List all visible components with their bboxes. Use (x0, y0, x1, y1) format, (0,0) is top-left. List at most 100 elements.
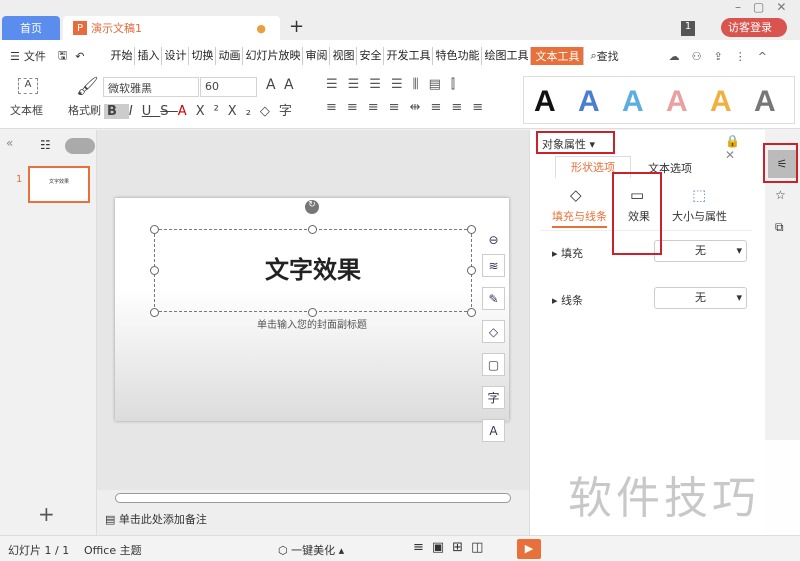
undo-icon[interactable]: ↶ (75, 50, 84, 63)
file-menu[interactable]: 文件 (24, 48, 46, 64)
subtab-size-properties[interactable]: 大小与属性 (672, 208, 727, 224)
rotate-handle[interactable]: ↻ (305, 200, 319, 214)
panel-lock-close-icons[interactable]: 🔒✕ (725, 134, 765, 162)
notes-icon: ▤ (105, 513, 119, 526)
floating-tool-button[interactable]: ⊖ (482, 228, 505, 251)
subtab-fill-line[interactable]: 填充与线条 (552, 208, 607, 228)
slide[interactable]: 文字效果 单击输入您的封面副标题 ↻ (115, 198, 509, 421)
floating-tool-button[interactable]: ✎ (482, 287, 505, 310)
text-style-preset[interactable]: A (754, 85, 776, 119)
menu-bar: ☰ 文件 🖫 ↶ 开始 插入 设计 切换 动画 幻灯片放映 审阅 视图 安全 开发工具 特色功能 绘图工… (0, 40, 800, 72)
view-buttons[interactable]: ≡▣⊞◫ (413, 540, 491, 555)
resize-handle[interactable] (150, 308, 159, 317)
fill-dropdown[interactable]: 无 ▾ (654, 240, 747, 262)
resize-handle[interactable] (467, 266, 476, 275)
textbox-icon[interactable]: A (18, 78, 38, 94)
outline-view-icon[interactable]: ☷ (40, 138, 51, 152)
menu-tab[interactable]: 切换 (189, 47, 217, 65)
notes-area[interactable]: ▤ 单击此处添加备注 (97, 506, 529, 535)
new-tab-button[interactable]: + (289, 16, 304, 37)
tab-home[interactable]: 首页 (2, 16, 60, 40)
font-family-select[interactable]: 微软雅黑 (103, 77, 199, 97)
tab-document[interactable]: P 演示文稿1 ● (63, 16, 280, 40)
text-format-buttons[interactable]: B IUSAX²X₂◇字 (104, 100, 301, 119)
text-style-preset[interactable]: A (578, 85, 600, 119)
format-painter-icon[interactable]: 🖌 (76, 76, 99, 97)
menu-tab[interactable]: 视图 (330, 47, 358, 65)
beautify-button[interactable]: ⬡ 一键美化 ▴ (278, 542, 344, 558)
highlight-object-properties (536, 131, 615, 154)
line-section-toggle[interactable]: ▸ 线条 (552, 292, 583, 308)
unsaved-dot-icon: ● (256, 21, 266, 35)
paragraph-buttons-row1[interactable]: ☰☰☰☰⫼▤⫿ (326, 77, 465, 92)
menu-tab[interactable]: 绘图工具 (482, 47, 532, 65)
slide-thumbnail[interactable]: 文字效果 (28, 166, 90, 203)
title-bar: 首页 P 演示文稿1 ● + 1 访客登录 –▢✕ (0, 0, 800, 40)
window-count-badge[interactable]: 1 (681, 21, 695, 36)
floating-tool-button[interactable]: A (482, 419, 505, 442)
slide-number: 1 (16, 174, 23, 185)
theme-name[interactable]: Office 主题 (84, 542, 142, 558)
highlight-settings-button (763, 143, 798, 183)
menu-tab[interactable]: 幻灯片放映 (243, 47, 304, 65)
format-painter-button[interactable]: 格式刷 (68, 102, 101, 118)
resize-handle[interactable] (308, 225, 317, 234)
add-slide-button[interactable]: + (38, 502, 55, 526)
login-button[interactable]: 访客登录 (721, 18, 787, 37)
title-textbox[interactable]: 文字效果 (154, 229, 472, 312)
line-dropdown[interactable]: 无 ▾ (654, 287, 747, 309)
highlight-effects-tab (612, 172, 662, 255)
text-style-preset[interactable]: A (666, 85, 688, 119)
alignment-buttons[interactable]: ≡≡≡≡⇹≡≡≡ (326, 100, 493, 115)
floating-tool-button[interactable]: ◇ (482, 320, 505, 343)
tab-label: 演示文稿1 (91, 22, 142, 35)
slide-thumbnail-pane: « ☷ 1 文字效果 + (0, 130, 97, 535)
slide-title[interactable]: 文字效果 (155, 250, 471, 285)
resize-handle[interactable] (467, 225, 476, 234)
size-properties-icon: ⬚ (692, 186, 707, 204)
horizontal-scrollbar[interactable] (97, 490, 529, 506)
save-icon[interactable]: 🖫 (58, 47, 67, 66)
menu-tab[interactable]: 插入 (135, 47, 163, 65)
resize-handle[interactable] (467, 308, 476, 317)
toolbar-right-icons[interactable]: ☁⚇⇪⋮^ (669, 50, 779, 63)
notes-placeholder: 单击此处添加备注 (118, 513, 207, 526)
status-bar: 幻灯片 1 / 1 Office 主题 ⬡ 一键美化 ▴ ≡▣⊞◫ ▶ (0, 535, 800, 561)
text-style-preset[interactable]: A (710, 85, 732, 119)
fill-section-toggle[interactable]: ▸ 填充 (552, 245, 583, 261)
floating-tool-button[interactable]: ≋ (482, 254, 505, 277)
resize-handle[interactable] (150, 266, 159, 275)
animation-icon[interactable]: ☆ (775, 188, 786, 202)
menu-tab[interactable]: 特色功能 (433, 47, 483, 65)
slide-view-toggle[interactable] (65, 138, 95, 154)
ribbon: A 文本框 🖌 格式刷 微软雅黑 60 AA B IUSAX²X₂◇字 ☰☰☰☰⫼… (0, 72, 800, 129)
menu-tab[interactable]: 开发工具 (384, 47, 434, 65)
floating-tool-button[interactable]: 字 (482, 386, 505, 409)
search-button[interactable]: 查找 (597, 48, 619, 64)
menu-tab[interactable]: 设计 (162, 47, 190, 65)
font-size-select[interactable]: 60 (200, 77, 257, 97)
menu-icon[interactable]: ☰ (10, 50, 20, 63)
window-controls[interactable]: –▢✕ (735, 0, 798, 14)
font-size-grow-shrink[interactable]: AA (266, 77, 302, 93)
menu-tab[interactable]: 动画 (216, 47, 244, 65)
slide-counter: 幻灯片 1 / 1 (8, 544, 70, 557)
collapse-icon[interactable]: « (6, 136, 13, 150)
fill-line-icon: ◇ (570, 186, 582, 204)
menu-tab[interactable]: 文本工具 (531, 47, 585, 65)
slide-transition-icon[interactable]: ⧉ (775, 220, 784, 235)
text-style-gallery[interactable]: AAAAAA (523, 76, 795, 124)
menu-tab[interactable]: 审阅 (303, 47, 331, 65)
presentation-icon: P (73, 21, 87, 35)
menu-tab[interactable]: 安全 (357, 47, 385, 65)
play-slideshow-button[interactable]: ▶ (517, 539, 541, 559)
resize-handle[interactable] (308, 308, 317, 317)
text-style-preset[interactable]: A (534, 85, 556, 119)
slide-subtitle[interactable]: 单击输入您的封面副标题 (115, 316, 509, 331)
text-style-preset[interactable]: A (622, 85, 644, 119)
resize-handle[interactable] (150, 225, 159, 234)
watermark: 软件技巧 (560, 440, 800, 535)
textbox-button[interactable]: 文本框 (10, 102, 43, 118)
menu-tab[interactable]: 开始 (108, 47, 136, 65)
floating-tool-button[interactable]: ▢ (482, 353, 505, 376)
